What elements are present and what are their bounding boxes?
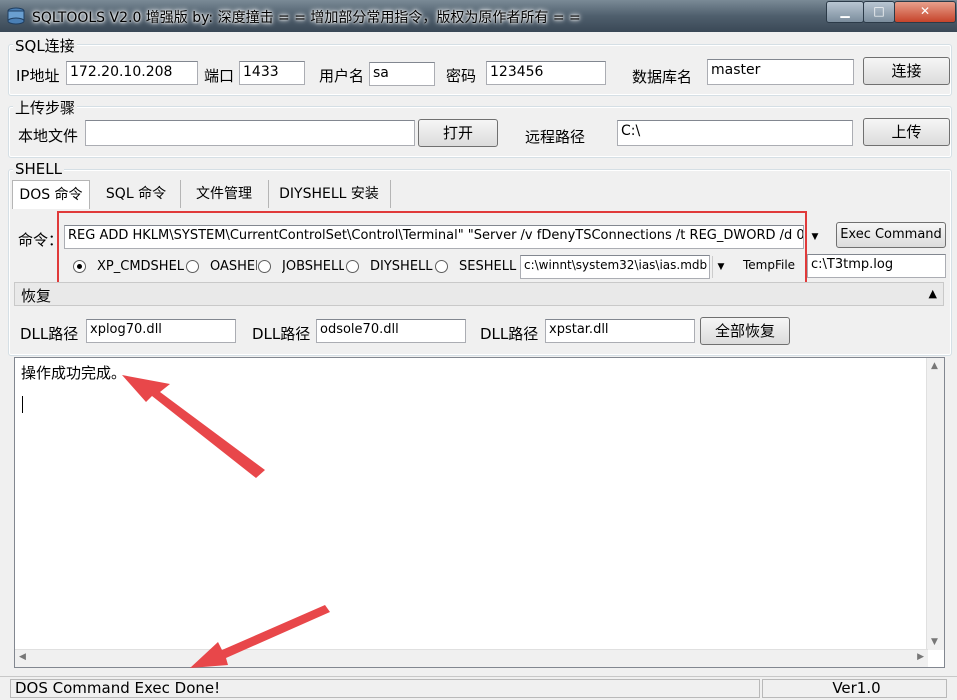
status-message: DOS Command Exec Done!: [10, 679, 760, 698]
annotation-arrow-output: [122, 375, 265, 478]
status-version: Ver1.0: [762, 679, 947, 698]
annotation-arrow-status: [190, 605, 330, 668]
annotation-arrows: [122, 375, 330, 668]
app-window: SQLTOOLS V2.0 增强版 by: 深度撞击 = = 增加部分常用指令，…: [0, 0, 957, 700]
status-bar: DOS Command Exec Done! Ver1.0: [0, 676, 957, 700]
